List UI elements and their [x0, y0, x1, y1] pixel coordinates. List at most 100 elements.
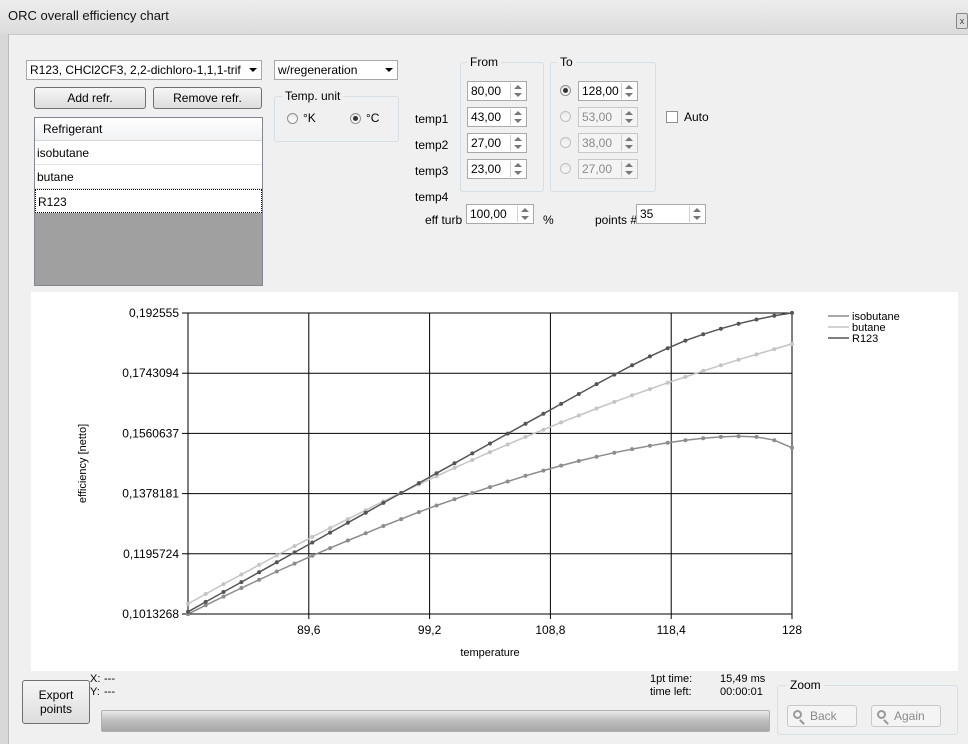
data-point[interactable] [576, 413, 581, 418]
data-point[interactable] [292, 561, 297, 566]
remove-refrigerant-button[interactable]: Remove refr. [153, 87, 262, 109]
spin-arrows-icon[interactable] [689, 206, 704, 222]
temp4-from-input[interactable]: 23,00 [467, 159, 527, 179]
data-point[interactable] [612, 372, 617, 377]
efficiency-chart[interactable]: 89,6 99,2 108,8 118,4 128 0,192555 0,1743094 0,… [31, 292, 958, 671]
data-point[interactable] [736, 357, 741, 362]
data-point[interactable] [736, 434, 741, 439]
data-point[interactable] [488, 450, 492, 455]
data-point[interactable] [221, 582, 226, 587]
data-point[interactable] [452, 461, 457, 466]
chevron-down-icon[interactable] [245, 61, 261, 79]
data-point[interactable] [541, 411, 546, 416]
refrigerant-list[interactable]: Refrigerant isobutane butane R123 [34, 117, 263, 286]
data-point[interactable] [257, 570, 262, 575]
data-point[interactable] [345, 517, 350, 522]
data-point[interactable] [701, 332, 706, 337]
data-point[interactable] [772, 438, 777, 443]
data-point[interactable] [647, 443, 652, 448]
data-point[interactable] [683, 438, 688, 443]
temp2-to-radio[interactable] [560, 111, 571, 122]
mode-combo[interactable]: w/regeneration [274, 60, 398, 80]
data-point[interactable] [434, 503, 439, 508]
unit-celsius-radio[interactable] [350, 113, 361, 124]
data-point[interactable] [701, 436, 706, 441]
data-point[interactable] [452, 497, 457, 502]
refrigerant-list-header[interactable]: Refrigerant [35, 118, 262, 141]
data-point[interactable] [665, 380, 670, 385]
data-point[interactable] [754, 352, 759, 357]
data-point[interactable] [310, 534, 315, 539]
data-point[interactable] [292, 544, 297, 549]
data-point[interactable] [239, 586, 244, 590]
data-point[interactable] [594, 382, 599, 387]
auto-checkbox[interactable] [666, 111, 678, 123]
data-point[interactable] [523, 421, 528, 426]
data-point[interactable] [186, 601, 190, 606]
data-point[interactable] [754, 317, 759, 322]
data-point[interactable] [470, 451, 475, 456]
data-point[interactable] [381, 500, 386, 505]
temp2-to-input[interactable]: 53,00 [578, 107, 638, 127]
data-point[interactable] [257, 562, 262, 567]
points-input[interactable]: 35 [636, 204, 706, 224]
data-point[interactable] [718, 363, 723, 368]
data-point[interactable] [239, 572, 244, 577]
temp3-to-input[interactable]: 38,00 [578, 133, 638, 153]
data-point[interactable] [505, 479, 510, 484]
data-point[interactable] [328, 526, 333, 530]
data-point[interactable] [416, 510, 421, 515]
list-item[interactable]: butane [35, 165, 262, 189]
chart-svg[interactable]: 89,6 99,2 108,8 118,4 128 0,192555 0,1743094 0,… [31, 292, 958, 671]
data-point[interactable] [718, 434, 723, 439]
data-point[interactable] [274, 569, 279, 574]
data-point[interactable] [576, 392, 581, 396]
chevron-down-icon[interactable] [381, 61, 397, 79]
data-point[interactable] [381, 524, 386, 528]
data-point[interactable] [523, 473, 528, 478]
spin-arrows-icon[interactable] [621, 135, 636, 151]
data-point[interactable] [399, 517, 404, 522]
data-point[interactable] [772, 347, 777, 352]
data-point[interactable] [612, 450, 617, 455]
data-point[interactable] [647, 354, 652, 359]
data-point[interactable] [452, 465, 457, 470]
data-point[interactable] [772, 313, 777, 318]
spin-arrows-icon[interactable] [510, 161, 525, 177]
data-point[interactable] [594, 454, 599, 459]
data-point[interactable] [541, 427, 546, 432]
data-point[interactable] [576, 459, 581, 463]
data-point[interactable] [505, 431, 510, 436]
data-point[interactable] [310, 540, 315, 545]
data-point[interactable] [665, 440, 670, 445]
data-point[interactable] [683, 338, 688, 343]
close-icon[interactable]: x [956, 13, 968, 29]
data-point[interactable] [665, 346, 670, 351]
data-point[interactable] [647, 387, 652, 392]
spin-arrows-icon[interactable] [510, 83, 525, 99]
data-point[interactable] [630, 363, 635, 368]
data-point[interactable] [345, 538, 350, 543]
data-point[interactable] [559, 420, 564, 425]
data-point[interactable] [257, 577, 262, 582]
export-points-button[interactable]: Export points [22, 680, 90, 724]
data-point[interactable] [363, 531, 368, 536]
temp4-to-radio[interactable] [560, 163, 571, 174]
data-point[interactable] [203, 599, 208, 604]
data-point[interactable] [612, 399, 617, 404]
temp4-to-input[interactable]: 27,00 [578, 159, 638, 179]
data-point[interactable] [416, 481, 421, 486]
data-point[interactable] [505, 442, 510, 447]
data-point[interactable] [292, 550, 297, 555]
data-point[interactable] [363, 510, 368, 515]
temp2-from-input[interactable]: 43,00 [467, 107, 527, 127]
spin-arrows-icon[interactable] [621, 109, 636, 125]
data-point[interactable] [559, 463, 564, 468]
data-point[interactable] [754, 434, 759, 439]
data-point[interactable] [274, 553, 279, 558]
data-point[interactable] [470, 491, 475, 495]
data-point[interactable] [488, 441, 492, 446]
data-point[interactable] [790, 341, 794, 346]
data-point[interactable] [683, 374, 688, 379]
data-point[interactable] [239, 580, 244, 585]
